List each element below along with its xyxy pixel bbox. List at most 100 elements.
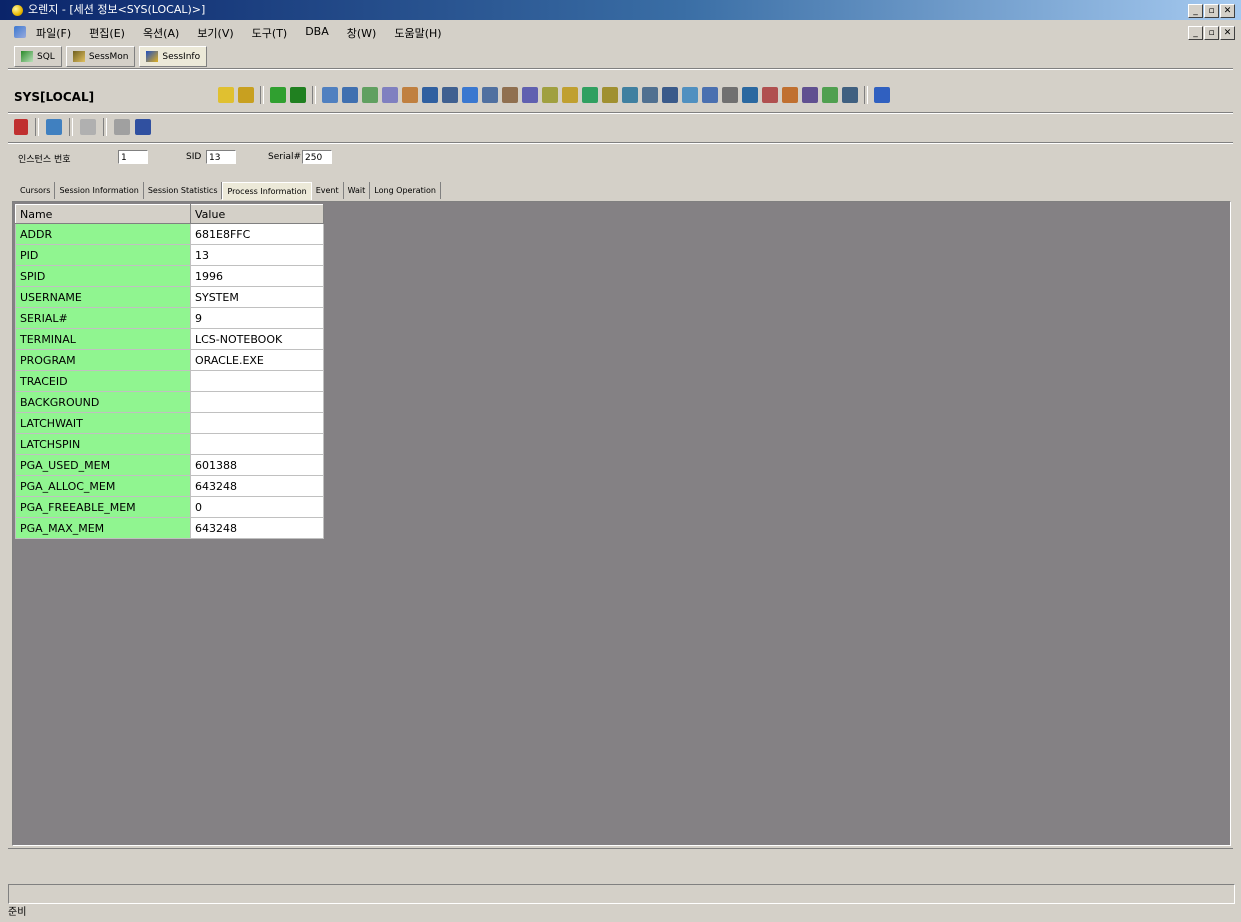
tab-session-statistics[interactable]: Session Statistics [144,182,223,199]
column-header-value[interactable]: Value [190,204,324,224]
value-cell[interactable]: 681E8FFC [190,223,324,245]
value-cell[interactable] [190,433,324,455]
sql-editor-icon[interactable] [322,87,338,103]
menu-edit[interactable]: 편집(E) [89,25,125,41]
table-row[interactable]: PGA_USED_MEM 601388 [15,454,324,476]
value-cell[interactable]: 1996 [190,265,324,287]
lock-icon[interactable] [482,87,498,103]
value-cell[interactable]: ORACLE.EXE [190,349,324,371]
value-cell[interactable]: SYSTEM [190,286,324,308]
stats-icon[interactable] [762,87,778,103]
name-cell[interactable]: LATCHWAIT [15,412,191,434]
sid-field[interactable]: 13 [206,150,236,164]
value-cell[interactable]: 643248 [190,475,324,497]
query-icon[interactable] [342,87,358,103]
plan-icon[interactable] [402,87,418,103]
filter-icon[interactable] [822,87,838,103]
name-cell[interactable]: PGA_ALLOC_MEM [15,475,191,497]
log-icon[interactable] [722,87,738,103]
table-row[interactable]: LATCHWAIT [15,412,324,434]
export-icon[interactable] [642,87,658,103]
value-cell[interactable]: 9 [190,307,324,329]
space-icon[interactable] [622,87,638,103]
value-cell[interactable]: LCS-NOTEBOOK [190,328,324,350]
menu-options[interactable]: 옥션(A) [143,25,179,41]
refresh-icon[interactable] [46,119,62,135]
menu-view[interactable]: 보기(V) [197,25,233,41]
options-icon[interactable] [802,87,818,103]
table-row[interactable]: PROGRAM ORACLE.EXE [15,349,324,371]
execute-icon[interactable] [80,119,96,135]
session-icon[interactable] [462,87,478,103]
save-icon[interactable] [135,119,151,135]
tab-event[interactable]: Event [312,182,344,199]
table-row[interactable]: USERNAME SYSTEM [15,286,324,308]
doc-tab-sql[interactable]: SQL [14,46,62,67]
name-cell[interactable]: LATCHSPIN [15,433,191,455]
table-row[interactable]: PGA_MAX_MEM 643248 [15,517,324,539]
tab-wait[interactable]: Wait [344,182,371,199]
schema-icon[interactable] [362,87,378,103]
table-row[interactable]: TRACEID [15,370,324,392]
document-icon[interactable] [14,26,26,38]
table-row[interactable]: PID 13 [15,244,324,266]
connect-icon[interactable] [218,87,234,103]
help-icon[interactable] [874,87,890,103]
table-icon[interactable] [382,87,398,103]
tab-session-information[interactable]: Session Information [55,182,144,199]
menu-file[interactable]: 파일(F) [36,25,71,41]
name-cell[interactable]: SPID [15,265,191,287]
menu-dba[interactable]: DBA [305,25,329,41]
value-cell[interactable] [190,370,324,392]
search-icon[interactable] [842,87,858,103]
name-cell[interactable]: BACKGROUND [15,391,191,413]
tab-long-operation[interactable]: Long Operation [370,182,441,199]
tab-cursors[interactable]: Cursors [16,182,56,199]
table-row[interactable]: TERMINAL LCS-NOTEBOOK [15,328,324,350]
table-row[interactable]: LATCHSPIN [15,433,324,455]
disconnect-icon[interactable] [238,87,254,103]
table-row[interactable]: ADDR 681E8FFC [15,223,324,245]
value-cell[interactable]: 13 [190,244,324,266]
table-row[interactable]: PGA_FREEABLE_MEM 0 [15,496,324,518]
table-row[interactable]: SPID 1996 [15,265,324,287]
table-row[interactable]: BACKGROUND [15,391,324,413]
name-cell[interactable]: ADDR [15,223,191,245]
doc-tab-sessinfo[interactable]: SessInfo [139,46,208,67]
transaction-icon[interactable] [542,87,558,103]
mdi-close-button[interactable]: ✕ [1220,26,1235,40]
commit-icon[interactable] [270,87,286,103]
trace-icon[interactable] [422,87,438,103]
doc-tab-sessmon[interactable]: SessMon [65,46,136,67]
copy-icon[interactable] [114,119,130,135]
value-cell[interactable] [190,391,324,413]
value-cell[interactable]: 601388 [190,454,324,476]
parameter-icon[interactable] [582,87,598,103]
instance-field[interactable]: 1 [118,150,148,164]
value-cell[interactable]: 0 [190,496,324,518]
name-cell[interactable]: PGA_MAX_MEM [15,517,191,539]
serial-field[interactable]: 250 [302,150,332,164]
tab-process-information[interactable]: Process Information [222,182,312,200]
name-cell[interactable]: SERIAL# [15,307,191,329]
backup-icon[interactable] [602,87,618,103]
rollback-icon[interactable] [290,87,306,103]
name-cell[interactable]: PROGRAM [15,349,191,371]
menu-tools[interactable]: 도구(T) [252,25,288,41]
report-icon[interactable] [442,87,458,103]
close-button[interactable]: ✕ [1220,4,1235,18]
value-cell[interactable] [190,412,324,434]
value-cell[interactable]: 643248 [190,517,324,539]
role-icon[interactable] [702,87,718,103]
minimize-button[interactable]: _ [1188,4,1203,18]
menu-help[interactable]: 도움말(H) [394,25,441,41]
storage-icon[interactable] [502,87,518,103]
column-header-name[interactable]: Name [15,204,191,224]
security-icon[interactable] [522,87,538,103]
name-cell[interactable]: TERMINAL [15,328,191,350]
table-row[interactable]: PGA_ALLOC_MEM 643248 [15,475,324,497]
mdi-restore-button[interactable]: ▫ [1204,26,1219,40]
horizontal-scrollbar[interactable] [8,884,1235,904]
table-row[interactable]: SERIAL# 9 [15,307,324,329]
stop-icon[interactable] [14,119,28,135]
